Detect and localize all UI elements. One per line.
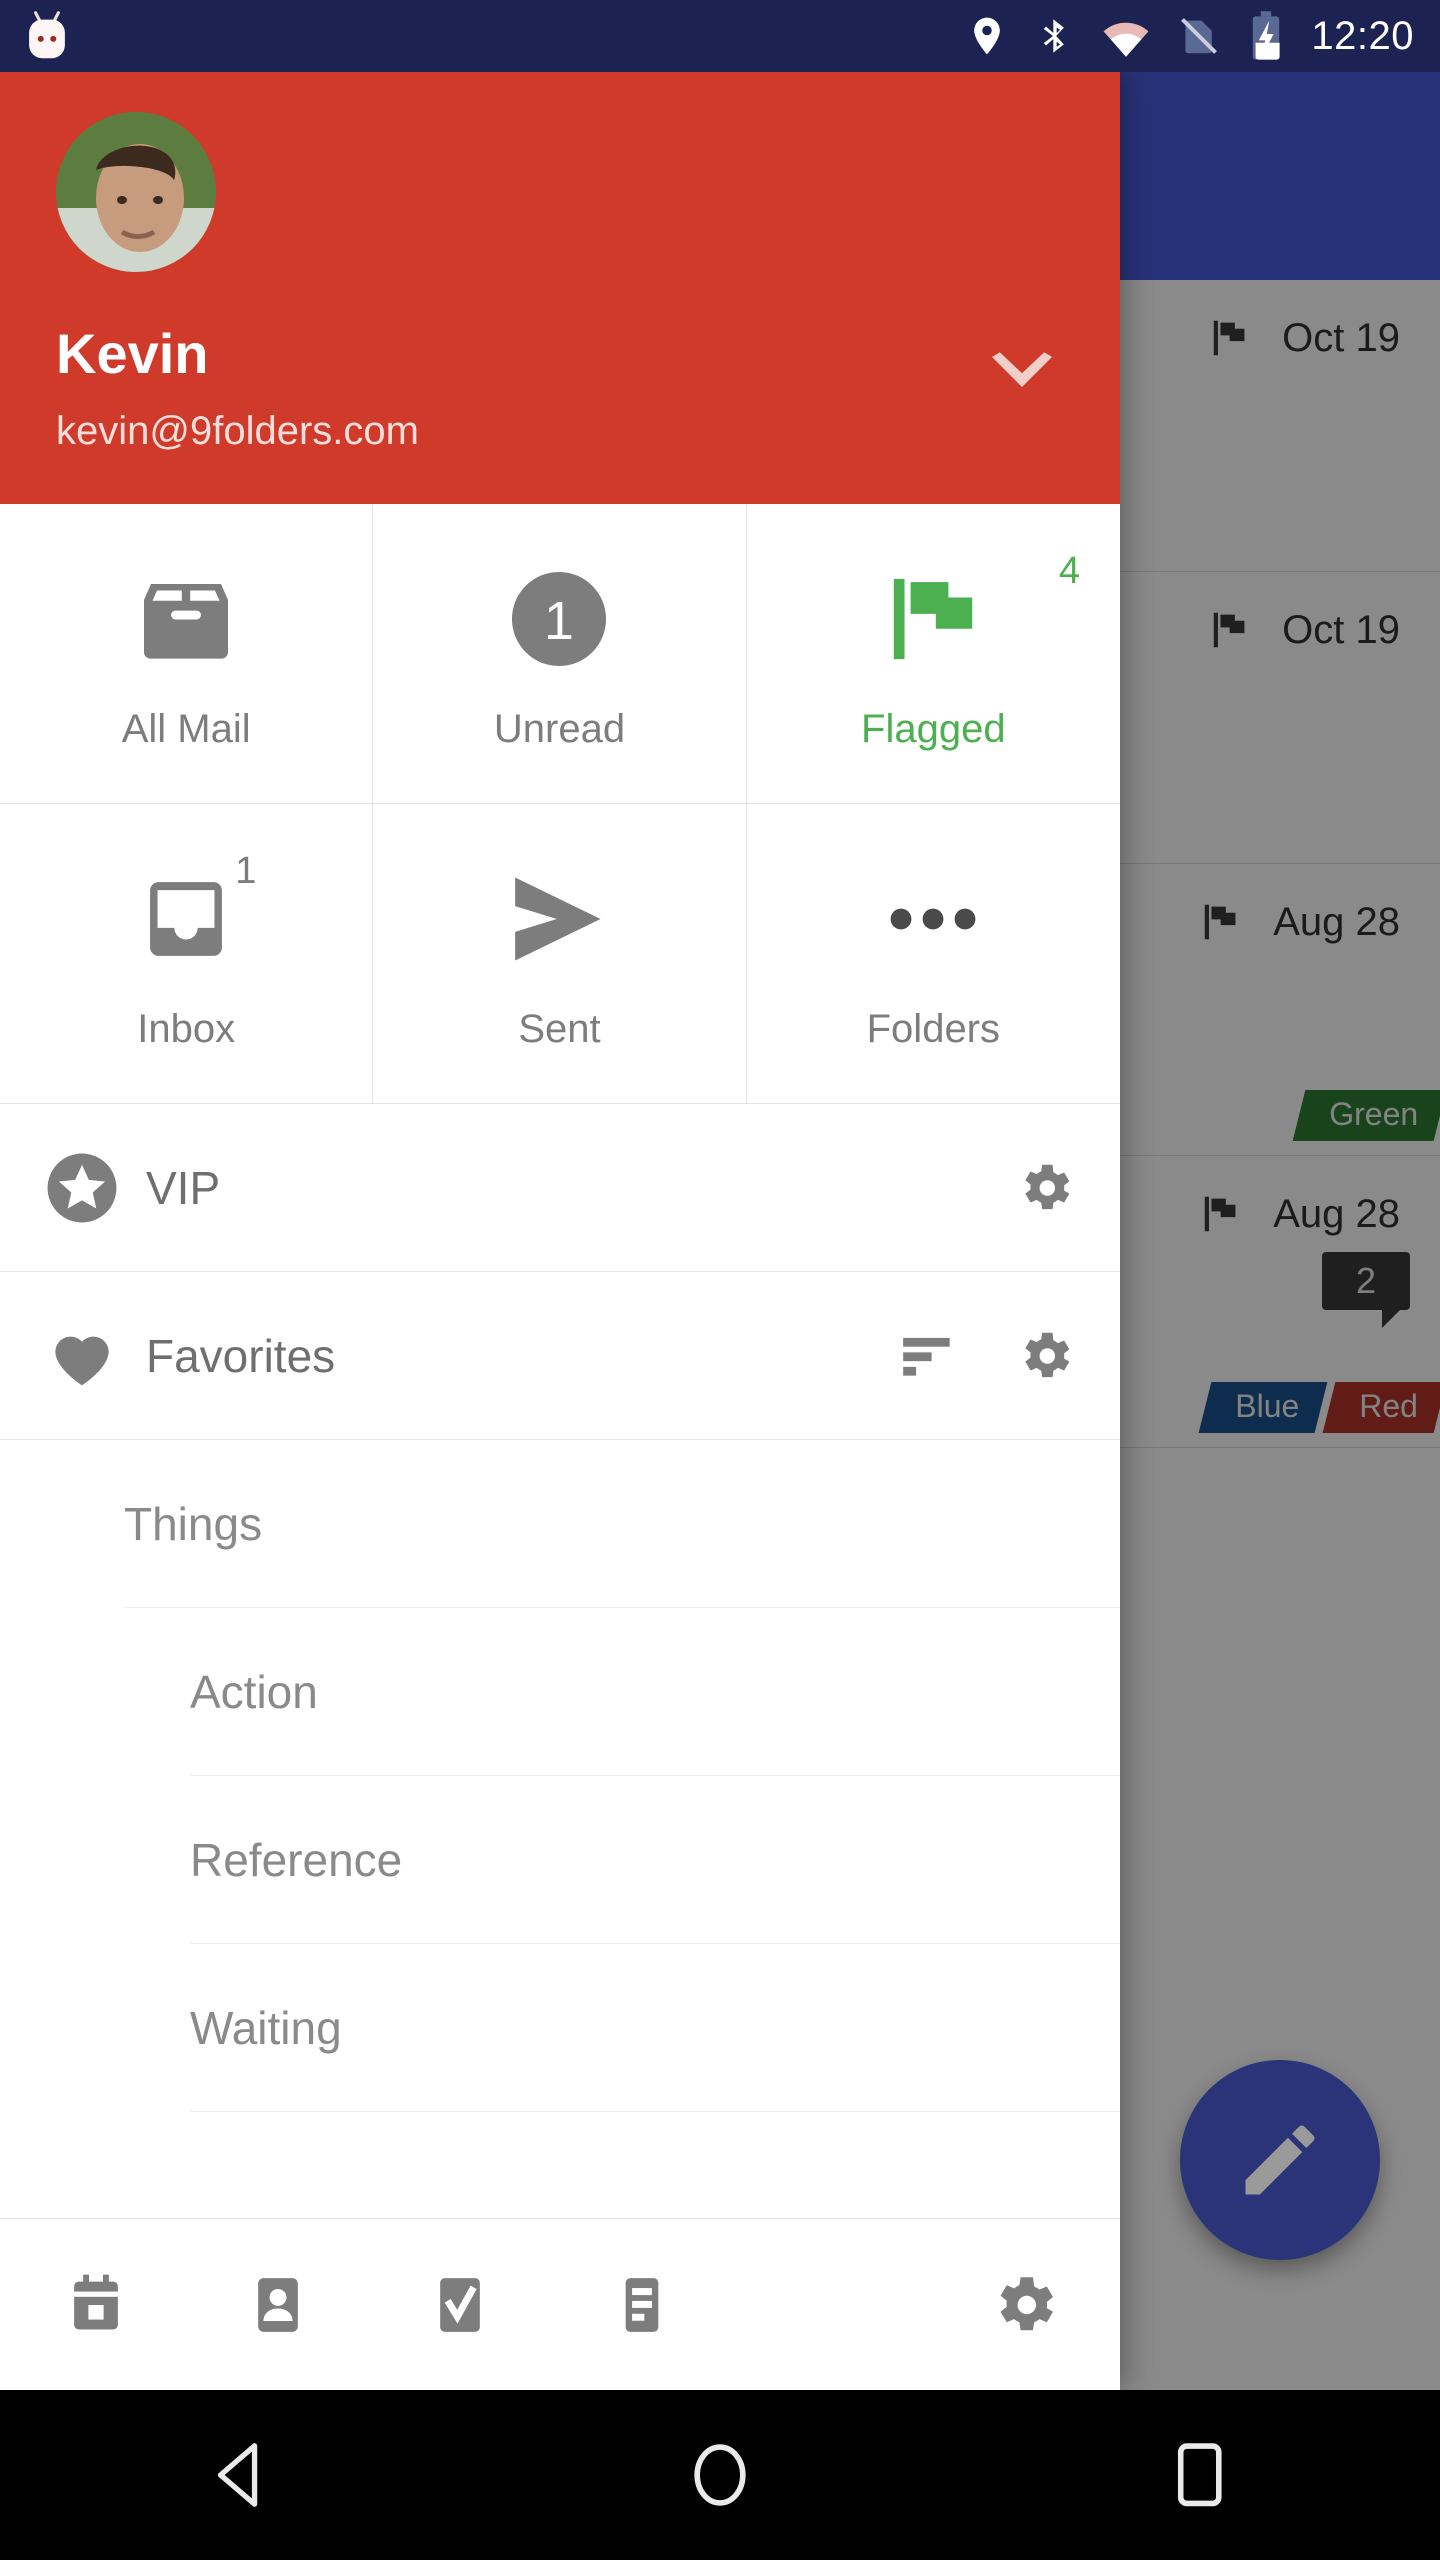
location-icon <box>965 14 1009 58</box>
folder-item-action[interactable]: Action <box>0 1608 1120 1776</box>
status-bar: 12:20 <box>0 0 1440 72</box>
gear-icon <box>987 2268 1061 2342</box>
tasks-button[interactable] <box>424 2269 496 2341</box>
folder-item-reference[interactable]: Reference <box>0 1776 1120 1944</box>
quick-item-sent[interactable]: Sent <box>373 804 747 1104</box>
back-key[interactable] <box>160 2390 320 2560</box>
quick-item-flagged[interactable]: Flagged 4 <box>746 504 1120 804</box>
folder-label: Things <box>124 1498 263 1550</box>
quick-item-unread[interactable]: 1 Unread <box>373 504 747 804</box>
quick-item-folders[interactable]: Folders <box>746 804 1120 1104</box>
folder-label: Reference <box>190 1834 403 1886</box>
avatar[interactable] <box>56 112 216 272</box>
gear-icon[interactable] <box>1014 1325 1076 1387</box>
star-circle-icon <box>36 1149 128 1227</box>
section-row-vip[interactable]: VIP <box>0 1104 1120 1272</box>
folder-item-things[interactable]: Things <box>0 1440 1120 1608</box>
notes-icon <box>607 2270 677 2340</box>
inbox-tray-icon <box>130 855 242 983</box>
compose-fab[interactable] <box>1180 2060 1380 2260</box>
contacts-button[interactable] <box>242 2269 314 2341</box>
account-name: Kevin <box>56 322 209 385</box>
account-email: kevin@9folders.com <box>56 409 419 453</box>
svg-text:1: 1 <box>545 591 575 651</box>
quick-item-label: Folders <box>866 1007 1001 1051</box>
sim-off-icon <box>1177 12 1221 60</box>
wifi-icon <box>1101 14 1151 58</box>
pencil-icon <box>1234 2114 1326 2206</box>
battery-charging-icon <box>1247 10 1285 62</box>
recents-key[interactable] <box>1120 2390 1280 2560</box>
navigation-drawer: Kevin kevin@9folders.com All Mail 1 Unre… <box>0 72 1120 2390</box>
back-triangle-icon <box>210 2441 270 2509</box>
notes-button[interactable] <box>606 2269 678 2341</box>
gear-icon[interactable] <box>1014 1157 1076 1219</box>
section-row-favorites[interactable]: Favorites <box>0 1272 1120 1440</box>
quick-item-label: Inbox <box>137 1007 236 1051</box>
status-bar-clock: 12:20 <box>1311 13 1414 58</box>
quick-item-all-mail[interactable]: All Mail <box>0 504 374 804</box>
heart-icon <box>36 1317 128 1395</box>
send-arrow-icon <box>499 855 619 983</box>
flag-icon <box>877 555 989 683</box>
tasks-icon <box>425 2270 495 2340</box>
recents-square-icon <box>1176 2442 1224 2508</box>
sort-icon[interactable] <box>898 1331 960 1381</box>
folder-label: Action <box>190 1666 318 1718</box>
quick-access-grid: All Mail 1 Unread Flagged 4 Inbox 1 Sent… <box>0 504 1120 1104</box>
calendar-icon <box>61 2270 131 2340</box>
quick-item-inbox[interactable]: Inbox 1 <box>0 804 374 1104</box>
quick-item-label: Unread <box>493 707 626 751</box>
quick-item-count: 1 <box>235 850 257 892</box>
android-logo-icon <box>18 7 76 65</box>
section-label: Favorites <box>146 1329 336 1382</box>
home-key[interactable] <box>640 2390 800 2560</box>
calendar-button[interactable] <box>60 2269 132 2341</box>
contacts-icon <box>243 2270 313 2340</box>
bluetooth-icon <box>1035 14 1075 58</box>
more-dots-icon <box>873 855 993 983</box>
folder-list: Things Action Reference Waiting <box>0 1440 1120 2218</box>
drawer-account-header[interactable]: Kevin kevin@9folders.com <box>0 72 1120 504</box>
section-label: VIP <box>146 1161 221 1214</box>
divider <box>190 2111 1120 2112</box>
unread-circle-icon: 1 <box>503 555 615 683</box>
phone-screen: Oct 19 ok Mail fro… Oct 19 e recently… A… <box>0 0 1440 2560</box>
quick-item-count: 4 <box>1058 550 1080 592</box>
drawer-bottom-bar <box>0 2218 1120 2390</box>
archive-box-icon <box>130 555 242 683</box>
android-nav-bar <box>0 2390 1440 2560</box>
home-circle-icon <box>689 2442 751 2508</box>
quick-item-label: Flagged <box>861 707 1006 751</box>
folder-item-waiting[interactable]: Waiting <box>0 1944 1120 2112</box>
chevron-down-icon[interactable] <box>986 348 1058 396</box>
quick-item-label: All Mail <box>121 707 251 751</box>
folder-label: Waiting <box>190 2002 342 2054</box>
quick-item-label: Sent <box>518 1007 601 1051</box>
settings-button[interactable] <box>988 2269 1060 2341</box>
